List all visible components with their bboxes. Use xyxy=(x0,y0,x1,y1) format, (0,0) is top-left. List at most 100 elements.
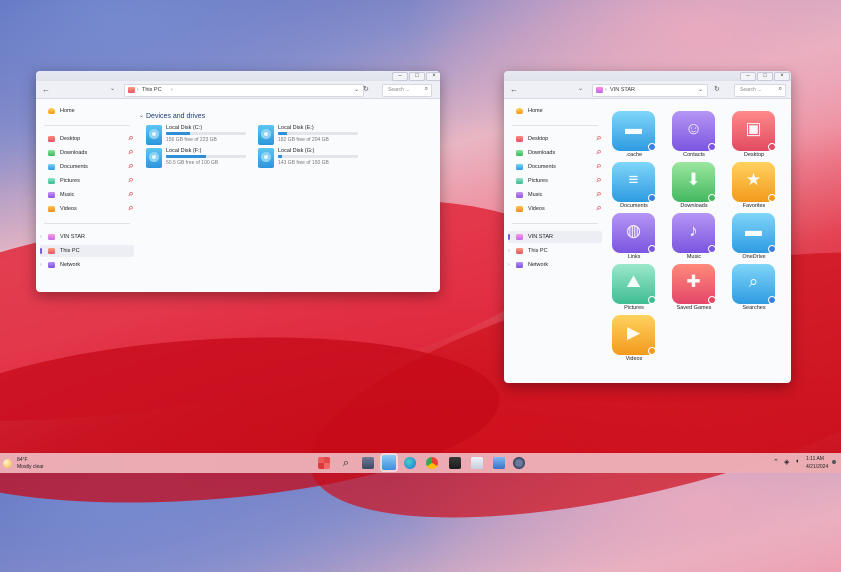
sidebar-item-this-pc[interactable]: ›This PC xyxy=(508,245,602,257)
chevron-right-icon[interactable]: › xyxy=(40,262,42,268)
sidebar-item-pictures[interactable]: Pictures ⚲ xyxy=(508,175,602,187)
content-area: ⌄ Devices and drives Local Disk (C:) 156 … xyxy=(136,99,440,292)
chevron-down-icon[interactable]: ⌄ xyxy=(110,84,115,95)
this-pc-icon xyxy=(516,248,523,254)
folder-glyph: ▣ xyxy=(745,119,762,138)
search-icon[interactable]: ⌕ xyxy=(425,86,428,93)
search-icon[interactable]: ⌕ xyxy=(340,457,352,469)
folder-onedrive[interactable]: ▬ OneDrive xyxy=(724,213,784,265)
sidebar-item-label: Documents xyxy=(528,164,556,170)
chevron-down-icon[interactable]: ⌄ xyxy=(354,86,359,93)
refresh-icon[interactable]: ↻ xyxy=(714,84,720,95)
chevron-down-icon[interactable]: ⌄ xyxy=(698,86,703,93)
task-view-icon[interactable] xyxy=(362,457,374,469)
breadcrumb[interactable]: This PC xyxy=(142,87,162,93)
sidebar-item-vin-star[interactable]: ›VIN STAR xyxy=(508,231,602,243)
title-bar[interactable]: ‒ □ × xyxy=(504,71,791,81)
back-arrow-icon[interactable]: ← xyxy=(510,84,518,95)
minimize-button[interactable]: ‒ xyxy=(740,72,756,81)
search-input[interactable]: Search ... ⌕ xyxy=(382,84,432,97)
drive-item[interactable]: Local Disk (E:) 182 GB free of 204 GB xyxy=(258,125,366,147)
chrome-icon[interactable] xyxy=(426,457,438,469)
title-bar[interactable]: ‒ □ × xyxy=(36,71,440,81)
search-icon[interactable]: ⌕ xyxy=(779,86,782,93)
start-icon[interactable] xyxy=(318,457,330,469)
folder-grid: ▬ .cache ☺ Contacts ▣ Desktop ≡ Documents ⬇ Downl… xyxy=(604,111,791,383)
sidebar-item-pictures[interactable]: Pictures ⚲ xyxy=(40,175,134,187)
sidebar-item-vin-star[interactable]: › VIN STAR xyxy=(40,231,134,243)
chevron-right-icon[interactable]: › xyxy=(40,234,42,240)
videos-icon xyxy=(48,206,55,212)
search-input[interactable]: Search ... ⌕ xyxy=(734,84,786,97)
drive-item[interactable]: Local Disk (C:) 156 GB free of 223 GB xyxy=(146,125,254,147)
network-icon[interactable]: ◈ xyxy=(784,458,789,466)
chevron-right-icon[interactable]: › xyxy=(508,262,510,268)
maximize-button[interactable]: □ xyxy=(409,72,425,81)
terminal-icon[interactable] xyxy=(449,457,461,469)
sidebar-item-network[interactable]: › Network xyxy=(508,259,602,271)
close-button[interactable]: × xyxy=(774,72,790,81)
folder-label: Links xyxy=(627,254,641,260)
sidebar-item-desktop[interactable]: Desktop ⚲ xyxy=(40,133,134,145)
sidebar-item-videos[interactable]: Videos ⚲ xyxy=(40,203,134,215)
path-box[interactable]: › This PC › ⌄ xyxy=(124,84,364,97)
minimize-button[interactable]: ‒ xyxy=(392,72,408,81)
notification-dot-icon[interactable] xyxy=(832,460,836,464)
sidebar-item-music[interactable]: Music ⚲ xyxy=(508,189,602,201)
file-explorer-icon[interactable] xyxy=(382,455,396,470)
back-arrow-icon[interactable]: ← xyxy=(42,84,50,95)
drive-item[interactable]: Local Disk (F:) 50.5 GB free of 100 GB xyxy=(146,148,254,170)
sidebar-item-downloads[interactable]: Downloads ⚲ xyxy=(40,147,134,159)
breadcrumb[interactable]: VIN STAR xyxy=(610,87,635,93)
refresh-icon[interactable]: ↻ xyxy=(363,84,369,95)
sidebar-item-downloads[interactable]: Downloads ⚲ xyxy=(508,147,602,159)
chevron-down-icon[interactable]: ⌄ xyxy=(578,84,583,95)
clock-date[interactable]: 4/21/2024 xyxy=(806,464,828,470)
photos-icon[interactable] xyxy=(493,457,505,469)
section-title[interactable]: Devices and drives xyxy=(146,113,205,120)
folder-favorites[interactable]: ★ Favorites xyxy=(724,162,784,214)
folder-saved-games[interactable]: ✚ Saved Games xyxy=(664,264,724,316)
sidebar-item-music[interactable]: Music ⚲ xyxy=(40,189,134,201)
sidebar-item-network[interactable]: › Network xyxy=(40,259,134,271)
settings-icon[interactable] xyxy=(513,457,525,469)
hard-drive-icon xyxy=(258,148,274,168)
sidebar-item-home[interactable]: Home xyxy=(508,105,602,117)
sidebar-item-desktop[interactable]: Desktop ⚲ xyxy=(508,133,602,145)
sidebar-item-label: VIN STAR xyxy=(60,234,85,240)
folder-links[interactable]: ◍ Links xyxy=(604,213,664,265)
folder-contacts[interactable]: ☺ Contacts xyxy=(664,111,724,163)
search-placeholder: Search ... xyxy=(388,87,410,93)
address-bar: ← ⌄ › This PC › ⌄ ↻ Search ... ⌕ xyxy=(36,81,440,99)
folder-downloads[interactable]: ⬇ Downloads xyxy=(664,162,724,214)
edge-icon[interactable] xyxy=(404,457,416,469)
temperature: 84°F xyxy=(17,457,28,463)
volume-icon[interactable]: ◖ xyxy=(795,458,799,465)
folder-music[interactable]: ♪ Music xyxy=(664,213,724,265)
chevron-up-icon[interactable]: ⌃ xyxy=(773,458,779,466)
sidebar-item-videos[interactable]: Videos ⚲ xyxy=(508,203,602,215)
maximize-button[interactable]: □ xyxy=(757,72,773,81)
folder-searches[interactable]: ⌕ Searches xyxy=(724,264,784,316)
sidebar-item-documents[interactable]: Documents ⚲ xyxy=(40,161,134,173)
drive-item[interactable]: Local Disk (G:) 143 GB free of 150 GB xyxy=(258,148,366,170)
sidebar-item-this-pc[interactable]: ›This PC xyxy=(40,245,134,257)
drive-usage-bar xyxy=(166,132,246,135)
clock-time[interactable]: 1:11 AM xyxy=(806,456,824,462)
path-box[interactable]: › VIN STAR ⌄ xyxy=(592,84,708,97)
folder-videos[interactable]: ▶ Videos xyxy=(604,315,664,367)
folder-cache[interactable]: ▬ .cache xyxy=(604,111,664,163)
folder-label: Contacts xyxy=(683,152,705,158)
sidebar-item-home[interactable]: Home xyxy=(40,105,134,117)
folder-pictures[interactable]: ⛰ Pictures xyxy=(604,264,664,316)
folder-documents[interactable]: ≡ Documents xyxy=(604,162,664,214)
folder-desktop[interactable]: ▣ Desktop xyxy=(724,111,784,163)
store-icon[interactable] xyxy=(471,457,483,469)
chevron-right-icon[interactable]: › xyxy=(508,248,510,254)
sidebar-item-documents[interactable]: Documents ⚲ xyxy=(508,161,602,173)
close-button[interactable]: × xyxy=(426,72,440,81)
home-icon xyxy=(516,108,523,114)
weather-widget[interactable]: 84°F Mostly clear xyxy=(3,456,63,471)
desktop-icon xyxy=(516,136,523,142)
chevron-down-icon[interactable]: ⌄ xyxy=(139,112,144,119)
